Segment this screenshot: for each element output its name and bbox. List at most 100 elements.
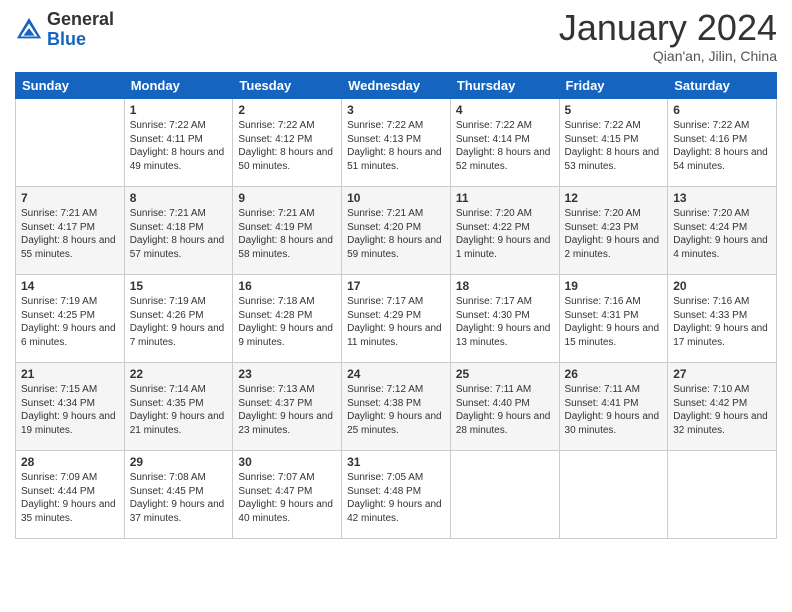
day-cell: 28 Sunrise: 7:09 AM Sunset: 4:44 PM Dayli… bbox=[16, 451, 125, 539]
day-info: Sunrise: 7:16 AM Sunset: 4:31 PM Dayligh… bbox=[565, 295, 663, 349]
day-info: Sunrise: 7:21 AM Sunset: 4:19 PM Dayligh… bbox=[238, 207, 336, 261]
day-cell: 7 Sunrise: 7:21 AM Sunset: 4:17 PM Daylig… bbox=[16, 187, 125, 275]
day-info: Sunrise: 7:20 AM Sunset: 4:22 PM Dayligh… bbox=[456, 207, 554, 261]
day-number: 16 bbox=[238, 279, 336, 293]
day-number: 9 bbox=[238, 191, 336, 205]
day-cell: 30Sunrise: 7:07 AM Sunset: 4:47 PM Dayli… bbox=[233, 451, 342, 539]
day-info: Sunrise: 7:22 AM Sunset: 4:15 PM Dayligh… bbox=[565, 119, 663, 173]
day-info: Sunrise: 7:22 AM Sunset: 4:12 PM Dayligh… bbox=[238, 119, 336, 173]
day-cell: 15 Sunrise: 7:19 AM Sunset: 4:26 PM Dayli… bbox=[124, 275, 233, 363]
day-cell: 31Sunrise: 7:05 AM Sunset: 4:48 PM Dayli… bbox=[342, 451, 451, 539]
day-cell: 9 Sunrise: 7:21 AM Sunset: 4:19 PM Daylig… bbox=[233, 187, 342, 275]
day-info: Sunrise: 7:08 AM Sunset: 4:45 PM Dayligh… bbox=[130, 471, 228, 525]
day-number: 20 bbox=[673, 279, 771, 293]
col-tuesday: Tuesday bbox=[233, 73, 342, 99]
day-number: 2 bbox=[238, 103, 336, 117]
day-info: Sunrise: 7:12 AM Sunset: 4:38 PM Dayligh… bbox=[347, 383, 445, 437]
day-info: Sunrise: 7:21 AM Sunset: 4:20 PM Dayligh… bbox=[347, 207, 445, 261]
day-cell: 23 Sunrise: 7:13 AM Sunset: 4:37 PM Dayli… bbox=[233, 363, 342, 451]
day-number: 5 bbox=[565, 103, 663, 117]
week-row-4: 28 Sunrise: 7:09 AM Sunset: 4:44 PM Dayli… bbox=[16, 451, 777, 539]
day-number: 23 bbox=[238, 367, 336, 381]
day-cell: 6 Sunrise: 7:22 AM Sunset: 4:16 PM Daylig… bbox=[668, 99, 777, 187]
day-info: Sunrise: 7:20 AM Sunset: 4:23 PM Dayligh… bbox=[565, 207, 663, 261]
day-cell bbox=[668, 451, 777, 539]
day-info: Sunrise: 7:19 AM Sunset: 4:26 PM Dayligh… bbox=[130, 295, 228, 349]
col-sunday: Sunday bbox=[16, 73, 125, 99]
day-info: Sunrise: 7:15 AM Sunset: 4:34 PM Dayligh… bbox=[21, 383, 119, 437]
day-info: Sunrise: 7:11 AM Sunset: 4:41 PM Dayligh… bbox=[565, 383, 663, 437]
day-number: 4 bbox=[456, 103, 554, 117]
week-row-0: 1Sunrise: 7:22 AM Sunset: 4:11 PM Daylig… bbox=[16, 99, 777, 187]
day-info: Sunrise: 7:07 AM Sunset: 4:47 PM Dayligh… bbox=[238, 471, 336, 525]
day-cell: 26Sunrise: 7:11 AM Sunset: 4:41 PM Dayli… bbox=[559, 363, 668, 451]
day-cell: 11 Sunrise: 7:20 AM Sunset: 4:22 PM Dayli… bbox=[450, 187, 559, 275]
day-number: 22 bbox=[130, 367, 228, 381]
day-cell: 14 Sunrise: 7:19 AM Sunset: 4:25 PM Dayli… bbox=[16, 275, 125, 363]
day-info: Sunrise: 7:13 AM Sunset: 4:37 PM Dayligh… bbox=[238, 383, 336, 437]
day-cell bbox=[450, 451, 559, 539]
day-number: 13 bbox=[673, 191, 771, 205]
day-info: Sunrise: 7:22 AM Sunset: 4:16 PM Dayligh… bbox=[673, 119, 771, 173]
day-number: 6 bbox=[673, 103, 771, 117]
day-info: Sunrise: 7:20 AM Sunset: 4:24 PM Dayligh… bbox=[673, 207, 771, 261]
day-number: 19 bbox=[565, 279, 663, 293]
day-info: Sunrise: 7:22 AM Sunset: 4:11 PM Dayligh… bbox=[130, 119, 228, 173]
day-info: Sunrise: 7:16 AM Sunset: 4:33 PM Dayligh… bbox=[673, 295, 771, 349]
day-info: Sunrise: 7:05 AM Sunset: 4:48 PM Dayligh… bbox=[347, 471, 445, 525]
day-number: 11 bbox=[456, 191, 554, 205]
day-cell bbox=[559, 451, 668, 539]
day-info: Sunrise: 7:22 AM Sunset: 4:14 PM Dayligh… bbox=[456, 119, 554, 173]
title-block: January 2024 Qian'an, Jilin, China bbox=[559, 10, 777, 64]
day-cell: 5 Sunrise: 7:22 AM Sunset: 4:15 PM Daylig… bbox=[559, 99, 668, 187]
day-cell: 25Sunrise: 7:11 AM Sunset: 4:40 PM Dayli… bbox=[450, 363, 559, 451]
header: General Blue January 2024 Qian'an, Jilin… bbox=[15, 10, 777, 64]
day-cell: 19 Sunrise: 7:16 AM Sunset: 4:31 PM Dayli… bbox=[559, 275, 668, 363]
day-cell: 10 Sunrise: 7:21 AM Sunset: 4:20 PM Dayli… bbox=[342, 187, 451, 275]
day-cell: 18 Sunrise: 7:17 AM Sunset: 4:30 PM Dayli… bbox=[450, 275, 559, 363]
day-info: Sunrise: 7:17 AM Sunset: 4:29 PM Dayligh… bbox=[347, 295, 445, 349]
day-cell: 13 Sunrise: 7:20 AM Sunset: 4:24 PM Dayli… bbox=[668, 187, 777, 275]
day-info: Sunrise: 7:10 AM Sunset: 4:42 PM Dayligh… bbox=[673, 383, 771, 437]
day-number: 28 bbox=[21, 455, 119, 469]
day-number: 21 bbox=[21, 367, 119, 381]
day-info: Sunrise: 7:21 AM Sunset: 4:17 PM Dayligh… bbox=[21, 207, 119, 261]
day-cell: 16 Sunrise: 7:18 AM Sunset: 4:28 PM Dayli… bbox=[233, 275, 342, 363]
day-cell: 17Sunrise: 7:17 AM Sunset: 4:29 PM Dayli… bbox=[342, 275, 451, 363]
day-cell: 1Sunrise: 7:22 AM Sunset: 4:11 PM Daylig… bbox=[124, 99, 233, 187]
day-number: 29 bbox=[130, 455, 228, 469]
col-saturday: Saturday bbox=[668, 73, 777, 99]
day-cell: 21 Sunrise: 7:15 AM Sunset: 4:34 PM Dayli… bbox=[16, 363, 125, 451]
day-number: 10 bbox=[347, 191, 445, 205]
day-cell: 8Sunrise: 7:21 AM Sunset: 4:18 PM Daylig… bbox=[124, 187, 233, 275]
logo-text: General Blue bbox=[47, 10, 114, 50]
day-info: Sunrise: 7:09 AM Sunset: 4:44 PM Dayligh… bbox=[21, 471, 119, 525]
day-cell: 4 Sunrise: 7:22 AM Sunset: 4:14 PM Daylig… bbox=[450, 99, 559, 187]
day-cell: 3Sunrise: 7:22 AM Sunset: 4:13 PM Daylig… bbox=[342, 99, 451, 187]
day-info: Sunrise: 7:21 AM Sunset: 4:18 PM Dayligh… bbox=[130, 207, 228, 261]
day-info: Sunrise: 7:14 AM Sunset: 4:35 PM Dayligh… bbox=[130, 383, 228, 437]
col-friday: Friday bbox=[559, 73, 668, 99]
page: General Blue January 2024 Qian'an, Jilin… bbox=[0, 0, 792, 612]
day-info: Sunrise: 7:17 AM Sunset: 4:30 PM Dayligh… bbox=[456, 295, 554, 349]
day-cell: 22 Sunrise: 7:14 AM Sunset: 4:35 PM Dayli… bbox=[124, 363, 233, 451]
day-number: 12 bbox=[565, 191, 663, 205]
day-number: 7 bbox=[21, 191, 119, 205]
header-row: Sunday Monday Tuesday Wednesday Thursday… bbox=[16, 73, 777, 99]
day-number: 14 bbox=[21, 279, 119, 293]
day-cell: 20 Sunrise: 7:16 AM Sunset: 4:33 PM Dayli… bbox=[668, 275, 777, 363]
day-info: Sunrise: 7:18 AM Sunset: 4:28 PM Dayligh… bbox=[238, 295, 336, 349]
logo-general: General bbox=[47, 10, 114, 30]
day-number: 18 bbox=[456, 279, 554, 293]
calendar-table: Sunday Monday Tuesday Wednesday Thursday… bbox=[15, 72, 777, 539]
day-cell: 24 Sunrise: 7:12 AM Sunset: 4:38 PM Dayli… bbox=[342, 363, 451, 451]
col-wednesday: Wednesday bbox=[342, 73, 451, 99]
logo-icon bbox=[15, 16, 43, 44]
logo: General Blue bbox=[15, 10, 114, 50]
day-info: Sunrise: 7:19 AM Sunset: 4:25 PM Dayligh… bbox=[21, 295, 119, 349]
logo-blue: Blue bbox=[47, 30, 114, 50]
day-number: 24 bbox=[347, 367, 445, 381]
col-thursday: Thursday bbox=[450, 73, 559, 99]
day-number: 15 bbox=[130, 279, 228, 293]
calendar-subtitle: Qian'an, Jilin, China bbox=[559, 48, 777, 64]
